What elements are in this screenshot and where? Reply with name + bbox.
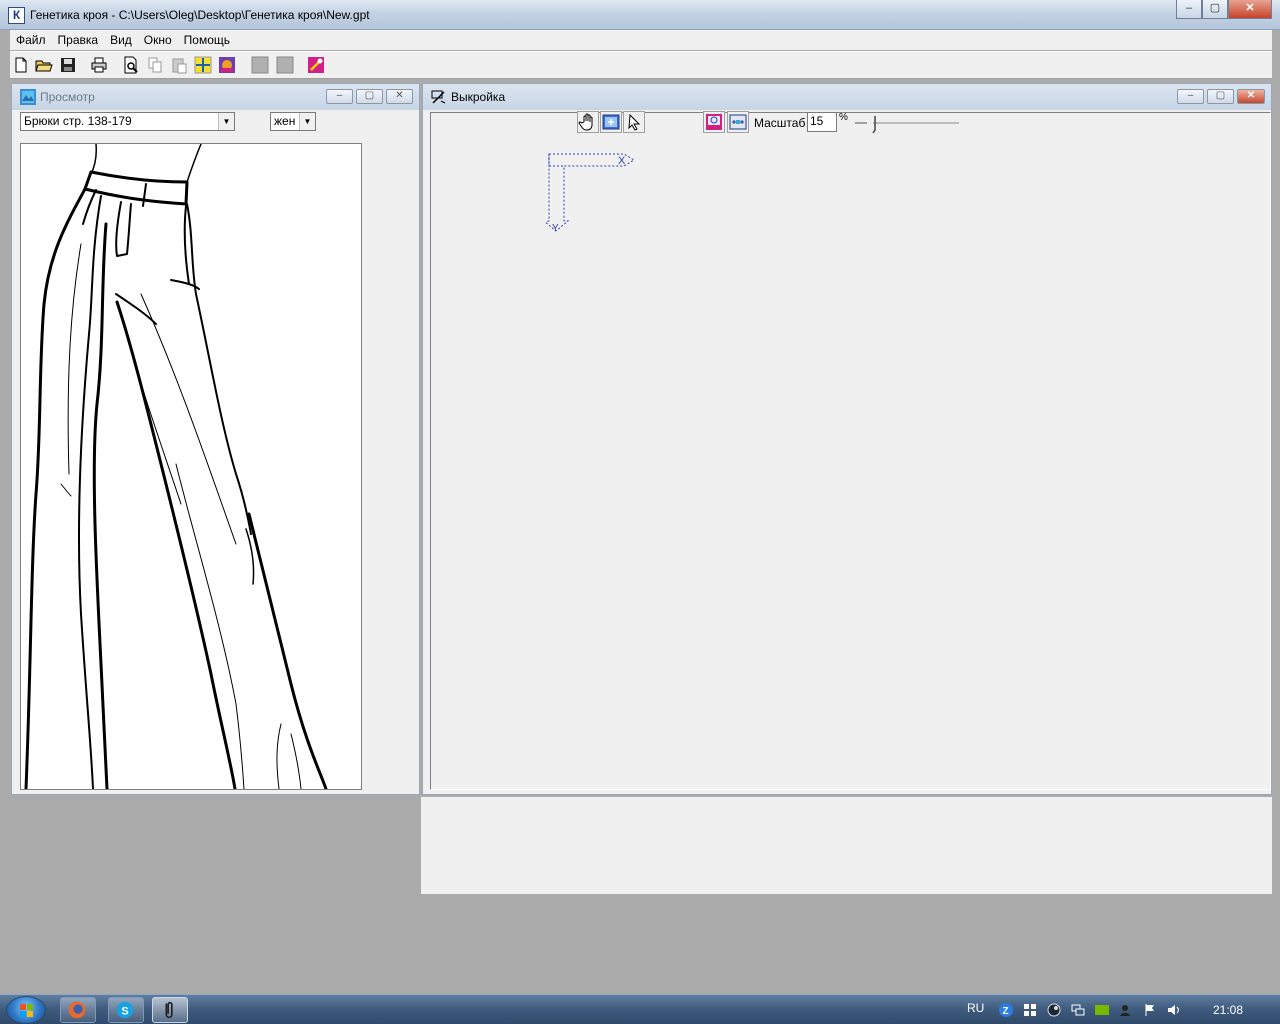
menu-help[interactable]: Помощь: [178, 33, 236, 47]
maximize-button[interactable]: ▢: [1202, 0, 1228, 19]
pattern-titlebar[interactable]: Выкройка – ▢ ✕: [423, 84, 1271, 110]
windows-logo-icon: [20, 1004, 33, 1017]
axis-y-label: Y: [552, 223, 559, 234]
preview-controls: – ▢ ✕: [326, 89, 413, 104]
scale-input[interactable]: 15: [807, 112, 837, 132]
pattern-window-icon: [431, 90, 446, 104]
steam-icon[interactable]: [1047, 1003, 1061, 1017]
svg-text:S: S: [121, 1006, 128, 1018]
menu-edit[interactable]: Правка: [52, 33, 105, 47]
print-icon[interactable]: [89, 55, 109, 75]
gender-select-value: жен: [274, 114, 296, 128]
zoom-window-icon: [602, 114, 620, 130]
window-controls: – ▢ ✕: [1176, 0, 1272, 20]
windows-tray-icon[interactable]: [1023, 1003, 1037, 1017]
bluetooth-user-icon[interactable]: [1119, 1003, 1133, 1017]
insert-icon[interactable]: [193, 55, 213, 75]
axis-indicator: X Y: [546, 153, 635, 234]
blank-icon[interactable]: [250, 55, 270, 75]
skype-icon: S: [116, 1001, 134, 1019]
model-select-value: Брюки стр. 138-179: [24, 114, 132, 128]
main-toolbar: [10, 51, 1272, 79]
scale-label: Масштаб: [754, 116, 806, 130]
start-button[interactable]: [6, 996, 46, 1024]
taskbar: S RU Z 21:08: [0, 994, 1280, 1024]
taskbar-app-active[interactable]: [152, 997, 188, 1023]
scale-slider[interactable]: [853, 112, 963, 136]
preview-titlebar[interactable]: Просмотр – ▢ ✕: [12, 84, 419, 110]
preview-canvas: [20, 143, 362, 791]
pattern-minimize-button[interactable]: –: [1177, 89, 1204, 104]
select-pointer-button[interactable]: [623, 111, 645, 133]
pattern-controls: – ▢ ✕: [1177, 89, 1265, 104]
blank-icon[interactable]: [275, 55, 295, 75]
volume-icon[interactable]: [1167, 1003, 1181, 1017]
save-icon[interactable]: [58, 55, 78, 75]
zoom-fit-button[interactable]: [600, 111, 622, 133]
slider-thumb[interactable]: [872, 116, 876, 134]
nvidia-icon[interactable]: [1095, 1003, 1109, 1017]
gender-select[interactable]: жен ▼: [270, 112, 316, 131]
preview-window: Просмотр – ▢ ✕ Брюки стр. 138-179 ▼ жен …: [11, 83, 420, 795]
open-folder-icon[interactable]: [34, 55, 54, 75]
svg-text:Z: Z: [1003, 1006, 1009, 1017]
pattern-maximize-button[interactable]: ▢: [1207, 89, 1234, 104]
axis-x-label: X: [618, 155, 626, 167]
image-tool-button[interactable]: [703, 111, 725, 133]
preview-close-button[interactable]: ✕: [386, 89, 413, 104]
preview-minimize-button[interactable]: –: [326, 89, 353, 104]
taskbar-firefox[interactable]: [60, 997, 96, 1023]
firefox-icon: [68, 1001, 86, 1019]
pattern-window: Выкройка – ▢ ✕ X Y: [422, 83, 1272, 795]
preview-title: Просмотр: [40, 90, 95, 104]
pointer-icon: [628, 113, 641, 131]
pattern-title: Выкройка: [451, 90, 506, 104]
clock[interactable]: 21:08: [1213, 1003, 1243, 1017]
hand-pan-button[interactable]: [577, 111, 599, 133]
new-document-icon[interactable]: [11, 55, 31, 75]
paste-icon[interactable]: [169, 55, 189, 75]
chevron-down-icon[interactable]: ▼: [218, 113, 234, 130]
language-indicator[interactable]: RU: [967, 1001, 984, 1015]
pattern-canvas[interactable]: X Y: [430, 112, 1271, 790]
action-center-flag-icon[interactable]: [1143, 1003, 1157, 1017]
model-select[interactable]: Брюки стр. 138-179 ▼: [20, 112, 235, 131]
menu-file[interactable]: Файл: [10, 33, 52, 47]
print-preview-icon[interactable]: [121, 55, 141, 75]
menu-window[interactable]: Окно: [138, 33, 178, 47]
copy-icon[interactable]: [145, 55, 165, 75]
menu-view[interactable]: Вид: [104, 33, 138, 47]
hand-icon: [578, 113, 593, 131]
network-icon[interactable]: [1071, 1003, 1085, 1017]
pattern-close-button[interactable]: ✕: [1237, 89, 1265, 104]
scale-unit: %: [839, 112, 848, 123]
taskbar-skype[interactable]: S: [108, 997, 144, 1023]
preview-maximize-button[interactable]: ▢: [356, 89, 383, 104]
minimize-button[interactable]: –: [1176, 0, 1202, 19]
status-panel: [421, 797, 1272, 894]
magic-wand-icon[interactable]: [306, 55, 326, 75]
tray-z-icon[interactable]: Z: [999, 1003, 1013, 1017]
trousers-sketch: [24, 143, 328, 791]
measure-icon: [729, 114, 747, 130]
image-icon: [706, 114, 722, 130]
paperclip-icon: [165, 1001, 173, 1019]
app-icon: К: [8, 7, 25, 24]
chevron-down-icon[interactable]: ▼: [299, 113, 315, 130]
preview-window-icon: [20, 89, 36, 105]
main-titlebar[interactable]: К Генетика кроя - C:\Users\Oleg\Desktop\…: [0, 0, 1280, 30]
window-title: Генетика кроя - C:\Users\Oleg\Desktop\Ге…: [30, 8, 370, 22]
color-icon[interactable]: [217, 55, 237, 75]
menu-bar: Файл Правка Вид Окно Помощь: [10, 30, 1272, 50]
measure-tool-button[interactable]: [727, 111, 749, 133]
close-button[interactable]: ✕: [1228, 0, 1272, 19]
